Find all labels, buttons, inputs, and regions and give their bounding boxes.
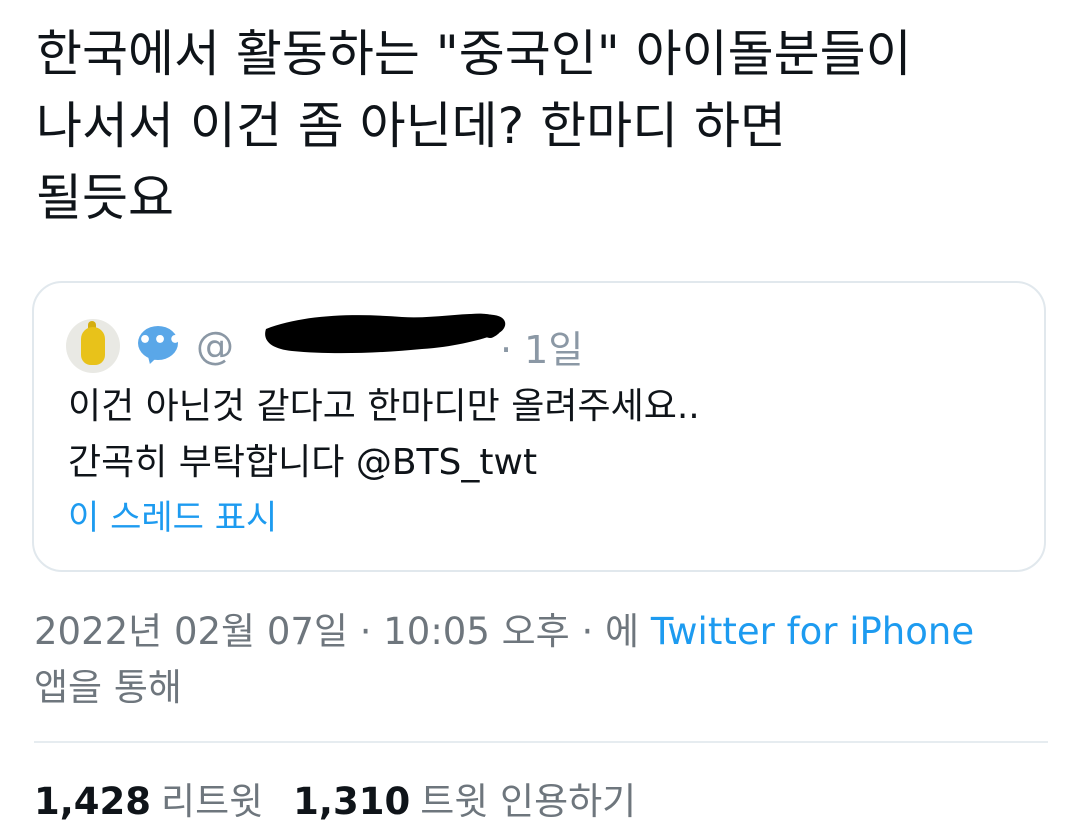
tweet-datetime[interactable]: 2022년 02월 07일 · 10:05 오후 · 에 [34,610,651,653]
show-thread-link[interactable]: 이 스레드 표시 [68,495,277,541]
tweet-text-line: 한국에서 활동하는 "중국인" 아이돌분들이 [36,25,912,83]
retweets-stat[interactable]: 1,428 리트윗 [34,776,263,828]
via-suffix: 앱을 통해 [34,666,182,709]
redaction-mark [265,313,506,354]
quote-tweets-count: 1,310 [293,780,411,823]
speech-bubble-icon: ••• [138,324,182,368]
source-app-link[interactable]: Twitter for iPhone [651,610,974,653]
retweets-label: 리트윗 [161,780,264,823]
tweet-meta: 2022년 02월 07일 · 10:05 오후 · 에 Twitter for… [34,604,1044,716]
quoted-tweet-line: 간곡히 부탁합니다 @BTS_twt [68,442,538,483]
tweet-meta-line: 2022년 02월 07일 · 10:05 오후 · 에 Twitter for… [34,604,1044,660]
quoted-tweet-line: 이건 아닌것 같다고 한마디만 올려주세요.. [68,386,700,427]
quoted-tweet-time[interactable]: · 1일 [500,319,583,374]
tweet-text-line: 될듯요 [36,169,174,227]
tweet-text-line: 나서서 이건 좀 아닌데? 한마디 하면 [36,97,787,155]
pikachu-avatar-body [81,327,105,365]
quoted-tweet-card[interactable]: ••• @ · 1일 이건 아닌것 같다고 한마디만 올려주세요.. 간곡히 부… [32,281,1046,572]
quoted-tweet-body: 이건 아닌것 같다고 한마디만 올려주세요.. 간곡히 부탁합니다 @BTS_t… [68,379,1008,491]
divider [34,741,1048,743]
handle-text: @ [196,324,234,368]
tweet-stats: 1,428 리트윗 1,310 트윗 인용하기 [34,776,636,828]
avatar[interactable] [66,319,120,373]
quote-tweets-stat[interactable]: 1,310 트윗 인용하기 [293,776,636,828]
quote-tweets-label: 트윗 인용하기 [420,780,637,823]
tweet-text: 한국에서 활동하는 "중국인" 아이돌분들이 나서서 이건 좀 아닌데? 한마디… [36,18,1046,234]
retweets-count: 1,428 [34,780,152,823]
